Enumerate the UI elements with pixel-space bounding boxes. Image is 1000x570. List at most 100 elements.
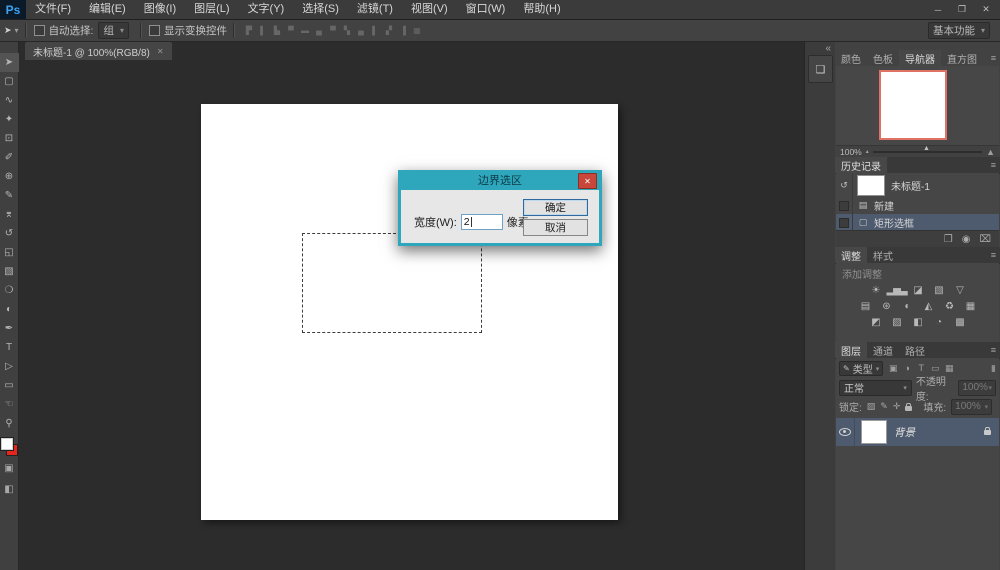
spot-healing-brush-tool[interactable]: ⊕	[0, 167, 19, 186]
navigator-zoom-slider[interactable]: ▲	[873, 151, 982, 153]
rectangular-marquee-tool[interactable]: ▢	[0, 72, 19, 91]
align-horizontal-centers-icon[interactable]: ▬	[299, 26, 311, 35]
pixel-filter-icon[interactable]: ▣	[887, 363, 899, 374]
tab-paths[interactable]: 路径	[899, 342, 931, 358]
tool-preset-picker[interactable]: ➤ ▾	[4, 25, 19, 36]
panel-menu-icon[interactable]: ≡	[991, 53, 996, 63]
foreground-color-swatch[interactable]	[1, 438, 13, 450]
tab-color[interactable]: 颜色	[835, 50, 867, 66]
eyedropper-tool[interactable]: ✐	[0, 148, 19, 167]
quick-selection-tool[interactable]: ✦	[0, 110, 19, 129]
width-input[interactable]: 2	[461, 214, 503, 230]
distribute-left-edges-icon[interactable]: ▌	[369, 26, 381, 35]
menu-type[interactable]: 文字(Y)	[239, 0, 294, 19]
quick-mask-button[interactable]: ▣	[0, 459, 19, 477]
cancel-button[interactable]: 取消	[523, 219, 588, 236]
tab-channels[interactable]: 通道	[867, 342, 899, 358]
lock-image-pixels-icon[interactable]: ✎	[880, 401, 888, 412]
levels-icon[interactable]: ▂▅▃	[889, 284, 904, 297]
tab-styles[interactable]: 样式	[867, 247, 899, 263]
zoom-in-icon[interactable]: ▲	[986, 147, 995, 157]
vibrance-icon[interactable]: ▽	[952, 284, 967, 297]
move-tool[interactable]: ➤	[0, 53, 19, 72]
history-brush-tool[interactable]: ↺	[0, 224, 19, 243]
curves-icon[interactable]: ◪	[910, 284, 925, 297]
menu-layer[interactable]: 图层(L)	[185, 0, 238, 19]
color-swatches[interactable]	[1, 438, 18, 456]
clone-stamp-tool[interactable]: ⌆	[0, 205, 19, 224]
lock-transparent-pixels-icon[interactable]: ▨	[867, 401, 876, 412]
menu-view[interactable]: 视图(V)	[402, 0, 457, 19]
tab-adjustments[interactable]: 调整	[835, 247, 867, 263]
background-layer-row[interactable]: 背景	[836, 418, 999, 446]
minimize-button[interactable]: ─	[926, 1, 950, 18]
ok-button[interactable]: 确定	[523, 199, 588, 216]
dialog-title-bar[interactable]: 边界选区	[398, 170, 602, 190]
expand-panels-icon[interactable]: «	[825, 43, 831, 54]
rectangle-tool[interactable]: ▭	[0, 376, 19, 395]
workspace-switcher[interactable]: 基本功能 ▾	[928, 22, 990, 39]
photo-filter-icon[interactable]: ◭	[921, 300, 936, 313]
dialog-close-button[interactable]: ✕	[578, 173, 597, 189]
restore-button[interactable]: ❐	[950, 1, 974, 18]
panel-menu-icon[interactable]: ≡	[991, 250, 996, 260]
brush-tool[interactable]: ✎	[0, 186, 19, 205]
new-document-from-state-icon[interactable]: ❐	[944, 234, 953, 245]
panel-menu-icon[interactable]: ≡	[991, 345, 996, 355]
lock-all-icon[interactable]	[905, 406, 912, 411]
dodge-tool[interactable]: ◐	[0, 300, 19, 319]
menu-image[interactable]: 图像(I)	[135, 0, 185, 19]
show-transform-checkbox[interactable]	[149, 25, 160, 36]
tab-navigator[interactable]: 导航器	[899, 50, 941, 66]
history-state-row[interactable]: ▢ 矩形选框	[836, 214, 999, 230]
align-bottom-edges-icon[interactable]: ▙	[271, 26, 283, 35]
align-left-edges-icon[interactable]: ▀	[285, 26, 297, 35]
distribute-vertical-centers-icon[interactable]: ▚	[341, 26, 353, 35]
menu-help[interactable]: 帮助(H)	[514, 0, 569, 19]
layer-visibility-toggle[interactable]	[836, 418, 855, 446]
exposure-icon[interactable]: ▧	[931, 284, 946, 297]
layer-thumbnail[interactable]	[861, 420, 887, 444]
hand-tool[interactable]: ☜	[0, 395, 19, 414]
invert-icon[interactable]: ◩	[868, 316, 883, 329]
align-top-edges-icon[interactable]: ▛	[243, 26, 255, 35]
eraser-tool[interactable]: ◱	[0, 243, 19, 262]
menu-filter[interactable]: 滤镜(T)	[348, 0, 402, 19]
horizontal-type-tool[interactable]: T	[0, 338, 19, 357]
hue-saturation-icon[interactable]: ▤	[858, 300, 873, 313]
black-white-icon[interactable]: ◐	[900, 300, 915, 313]
slider-thumb-icon[interactable]: ▲	[923, 145, 930, 152]
menu-select[interactable]: 选择(S)	[293, 0, 348, 19]
threshold-icon[interactable]: ◧	[910, 316, 925, 329]
path-selection-tool[interactable]: ▷	[0, 357, 19, 376]
pen-tool[interactable]: ✒	[0, 319, 19, 338]
tab-close-icon[interactable]: ✕	[157, 47, 164, 56]
filter-toggle-icon[interactable]: ▮	[991, 363, 996, 374]
collapsed-panel-button[interactable]: ❏	[808, 55, 833, 83]
canvas[interactable]	[201, 104, 618, 520]
filter-kind-dropdown[interactable]: ✎ 类型 ▾	[839, 361, 883, 376]
channel-mixer-icon[interactable]: ♻	[942, 300, 957, 313]
history-brush-source-icon[interactable]: ↺	[836, 173, 853, 197]
tab-swatches[interactable]: 色板	[867, 50, 899, 66]
panel-menu-icon[interactable]: ≡	[991, 160, 996, 170]
distribute-horizontal-centers-icon[interactable]: ▞	[383, 26, 395, 35]
delete-state-icon[interactable]: ⌧	[979, 234, 991, 245]
navigator-preview[interactable]	[879, 70, 947, 140]
blur-tool[interactable]: ❍	[0, 281, 19, 300]
auto-select-dropdown[interactable]: 组 ▾	[98, 22, 129, 39]
history-state-row[interactable]: ▤ 新建	[836, 197, 999, 214]
align-right-edges-icon[interactable]: ▄	[313, 26, 325, 35]
opacity-field[interactable]: 100% ▾	[958, 380, 996, 396]
new-snapshot-icon[interactable]: ◉	[962, 234, 971, 245]
auto-align-layers-icon[interactable]: ▦	[411, 26, 423, 35]
close-button[interactable]: ✕	[974, 1, 998, 18]
gradient-map-icon[interactable]: ▩	[952, 316, 967, 329]
zoom-out-icon[interactable]: ▴	[866, 148, 869, 155]
brightness-contrast-icon[interactable]: ☀	[868, 284, 883, 297]
fill-field[interactable]: 100% ▾	[951, 399, 992, 415]
tab-histogram[interactable]: 直方图	[941, 50, 983, 66]
gradient-tool[interactable]: ▧	[0, 262, 19, 281]
color-balance-icon[interactable]: ⊛	[879, 300, 894, 313]
lock-position-icon[interactable]: ✛	[893, 401, 901, 412]
